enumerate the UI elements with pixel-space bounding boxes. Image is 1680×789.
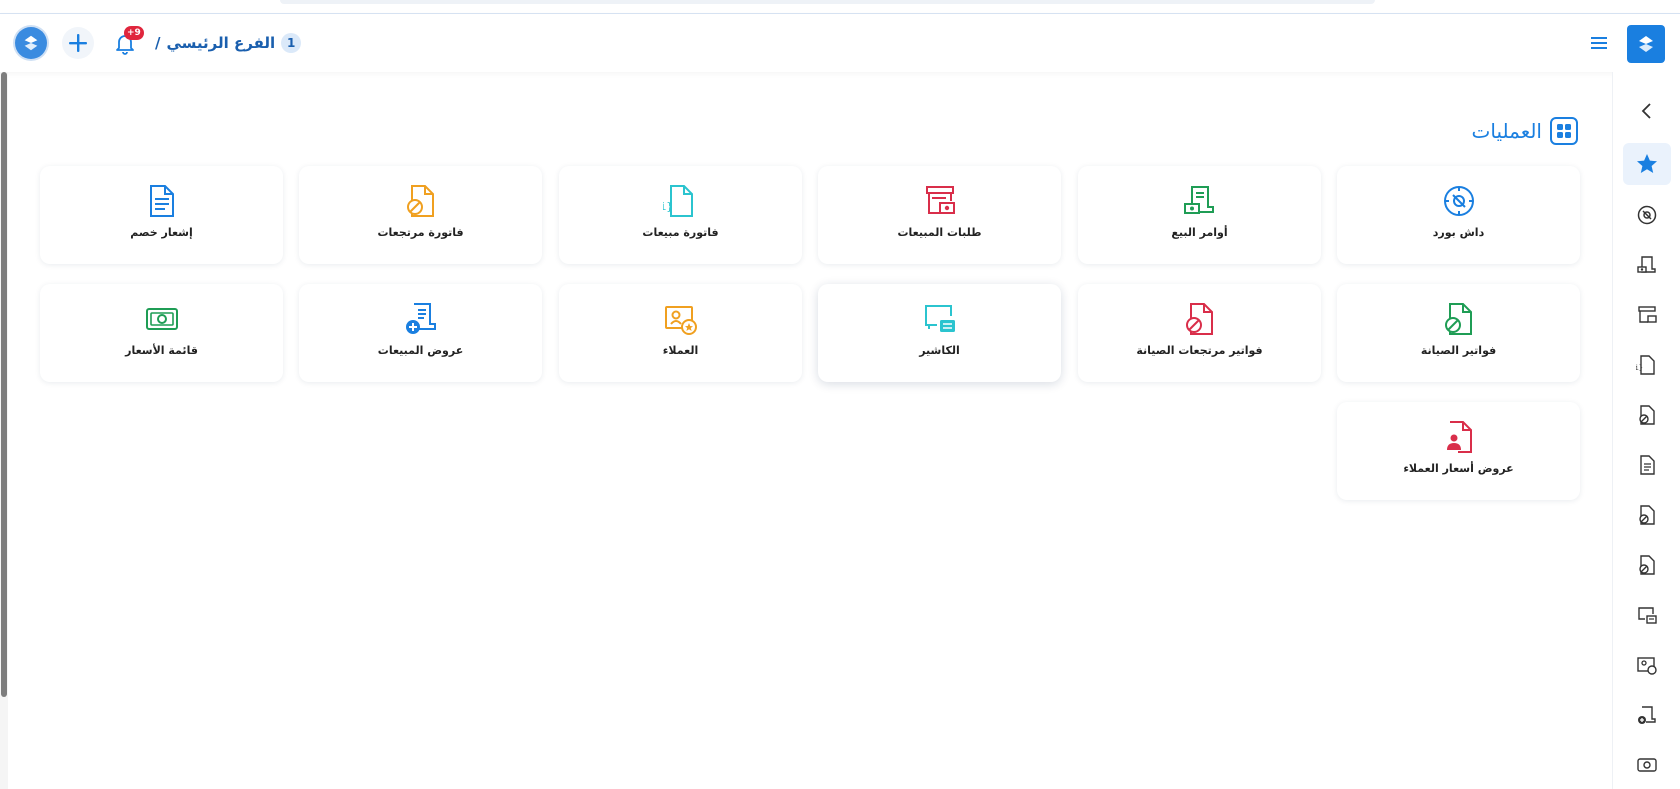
maintenance-returns-icon (1639, 555, 1655, 575)
menu-icon (1591, 37, 1607, 49)
tile-label: الكاشير (919, 344, 960, 357)
tile-dashboard[interactable]: داش بورد (1337, 166, 1580, 264)
tile-label: فاتورة مرتجعات (377, 226, 464, 239)
tile-label: أوامر البيع (1171, 226, 1228, 239)
tile-customers[interactable]: العملاء (559, 284, 802, 382)
logo-icon (1639, 36, 1653, 52)
cashier-icon (922, 301, 958, 337)
sales-invoice-icon: {i} (1636, 355, 1655, 375)
app-header: 1 الفرع الرئيسي / +9 (0, 14, 1680, 72)
sidebar-item-returns-invoice[interactable] (1623, 394, 1671, 436)
customers-icon (1637, 657, 1657, 675)
branch-name: الفرع الرئيسي (166, 34, 276, 52)
browser-top-strip (0, 0, 1680, 14)
tile-returns-invoice[interactable]: فاتورة مرتجعات (299, 166, 542, 264)
sidebar-item-maintenance-invoice[interactable] (1623, 494, 1671, 536)
tile-price-list[interactable]: قائمة الأسعار (40, 284, 283, 382)
price-list-icon (1637, 758, 1657, 772)
maintenance-invoice-icon (1441, 301, 1477, 337)
grid-icon (1550, 117, 1578, 145)
maintenance-returns-icon (1182, 301, 1218, 337)
cashier-icon (1638, 607, 1657, 624)
app-logo-button[interactable] (1627, 25, 1665, 63)
sidebar-collapse-button[interactable] (1623, 90, 1671, 132)
address-bar[interactable] (280, 0, 1375, 4)
tile-maintenance-returns[interactable]: فواتير مرتجعات الصيانة (1078, 284, 1321, 382)
sales-invoice-icon: {i} (663, 183, 699, 219)
sidebar-item-sales-requests[interactable] (1623, 294, 1671, 336)
hamburger-menu-button[interactable] (1589, 33, 1609, 53)
tile-sales-offers[interactable]: عروض المبيعات (299, 284, 542, 382)
maintenance-invoice-icon (1639, 505, 1655, 525)
avatar-logo-icon (24, 35, 38, 51)
chevron-left-icon (1641, 103, 1651, 119)
sidebar-item-customers[interactable] (1623, 644, 1671, 686)
tile-label: داش بورد (1432, 226, 1485, 239)
star-icon (1637, 154, 1657, 173)
notifications-button[interactable]: +9 (110, 26, 144, 58)
sidebar-item-maintenance-returns[interactable] (1623, 544, 1671, 586)
sidebar: {i} (1612, 72, 1680, 789)
tile-sales-invoice[interactable]: {i} فاتورة مبيعات (559, 166, 802, 264)
tile-customer-quotes[interactable]: عروض أسعار العملاء (1337, 402, 1580, 500)
section-title: العمليات (1471, 119, 1542, 143)
tile-sales-requests[interactable]: طلبات المبيعات (818, 166, 1061, 264)
plus-icon (69, 34, 87, 52)
svg-text:{i}: {i} (1636, 364, 1643, 372)
branch-selector[interactable]: 1 الفرع الرئيسي / (155, 31, 302, 55)
returns-invoice-icon (403, 183, 439, 219)
sales-requests-icon (922, 183, 958, 219)
customers-icon (663, 301, 699, 337)
sidebar-item-dashboard[interactable] (1623, 194, 1671, 236)
tile-label: إشعار خصم (130, 226, 193, 239)
page-scrollbar[interactable] (0, 72, 8, 789)
returns-invoice-icon (1639, 405, 1655, 425)
section-header: العمليات (1472, 115, 1578, 147)
user-avatar[interactable] (15, 27, 47, 59)
tile-label: فاتورة مبيعات (642, 226, 719, 239)
sidebar-item-discount-notice[interactable] (1623, 444, 1671, 486)
sidebar-item-sales-invoice[interactable]: {i} (1623, 344, 1671, 386)
sidebar-item-favorites[interactable] (1623, 143, 1671, 185)
add-button[interactable] (62, 27, 94, 59)
sales-order-icon (1637, 256, 1656, 273)
tile-label: العملاء (662, 344, 699, 357)
svg-text:{i}: {i} (663, 200, 673, 213)
sidebar-item-cashier[interactable] (1623, 594, 1671, 636)
sidebar-item-price-list[interactable] (1623, 744, 1671, 786)
sales-order-icon (1182, 183, 1218, 219)
dashboard-compass-icon (1441, 183, 1477, 219)
price-list-icon (144, 301, 180, 337)
sidebar-item-sales-offers[interactable] (1623, 694, 1671, 736)
discount-notice-icon (144, 183, 180, 219)
tile-cashier[interactable]: الكاشير (818, 284, 1061, 382)
breadcrumb-separator: / (155, 34, 161, 52)
tile-label: عروض أسعار العملاء (1403, 462, 1514, 475)
sales-offers-icon (403, 301, 439, 337)
tile-label: قائمة الأسعار (125, 344, 198, 357)
sidebar-item-sales-orders[interactable] (1623, 244, 1671, 286)
tile-sales-orders[interactable]: أوامر البيع (1078, 166, 1321, 264)
tile-maintenance-invoice[interactable]: فواتير الصيانة (1337, 284, 1580, 382)
compass-icon (1637, 205, 1657, 225)
tile-label: طلبات المبيعات (897, 226, 982, 239)
tile-label: فواتير مرتجعات الصيانة (1136, 344, 1263, 357)
tile-discount-notice[interactable]: إشعار خصم (40, 166, 283, 264)
discount-notice-icon (1640, 455, 1655, 475)
tile-label: عروض المبيعات (377, 344, 464, 357)
customer-quotes-icon (1441, 419, 1477, 455)
scrollbar-thumb[interactable] (1, 72, 7, 697)
notifications-count-badge: +9 (124, 26, 144, 40)
branch-number-badge: 1 (281, 33, 302, 53)
tile-label: فواتير الصيانة (1420, 344, 1497, 357)
sales-offers-icon (1638, 706, 1656, 724)
sales-requests-icon (1638, 306, 1657, 323)
